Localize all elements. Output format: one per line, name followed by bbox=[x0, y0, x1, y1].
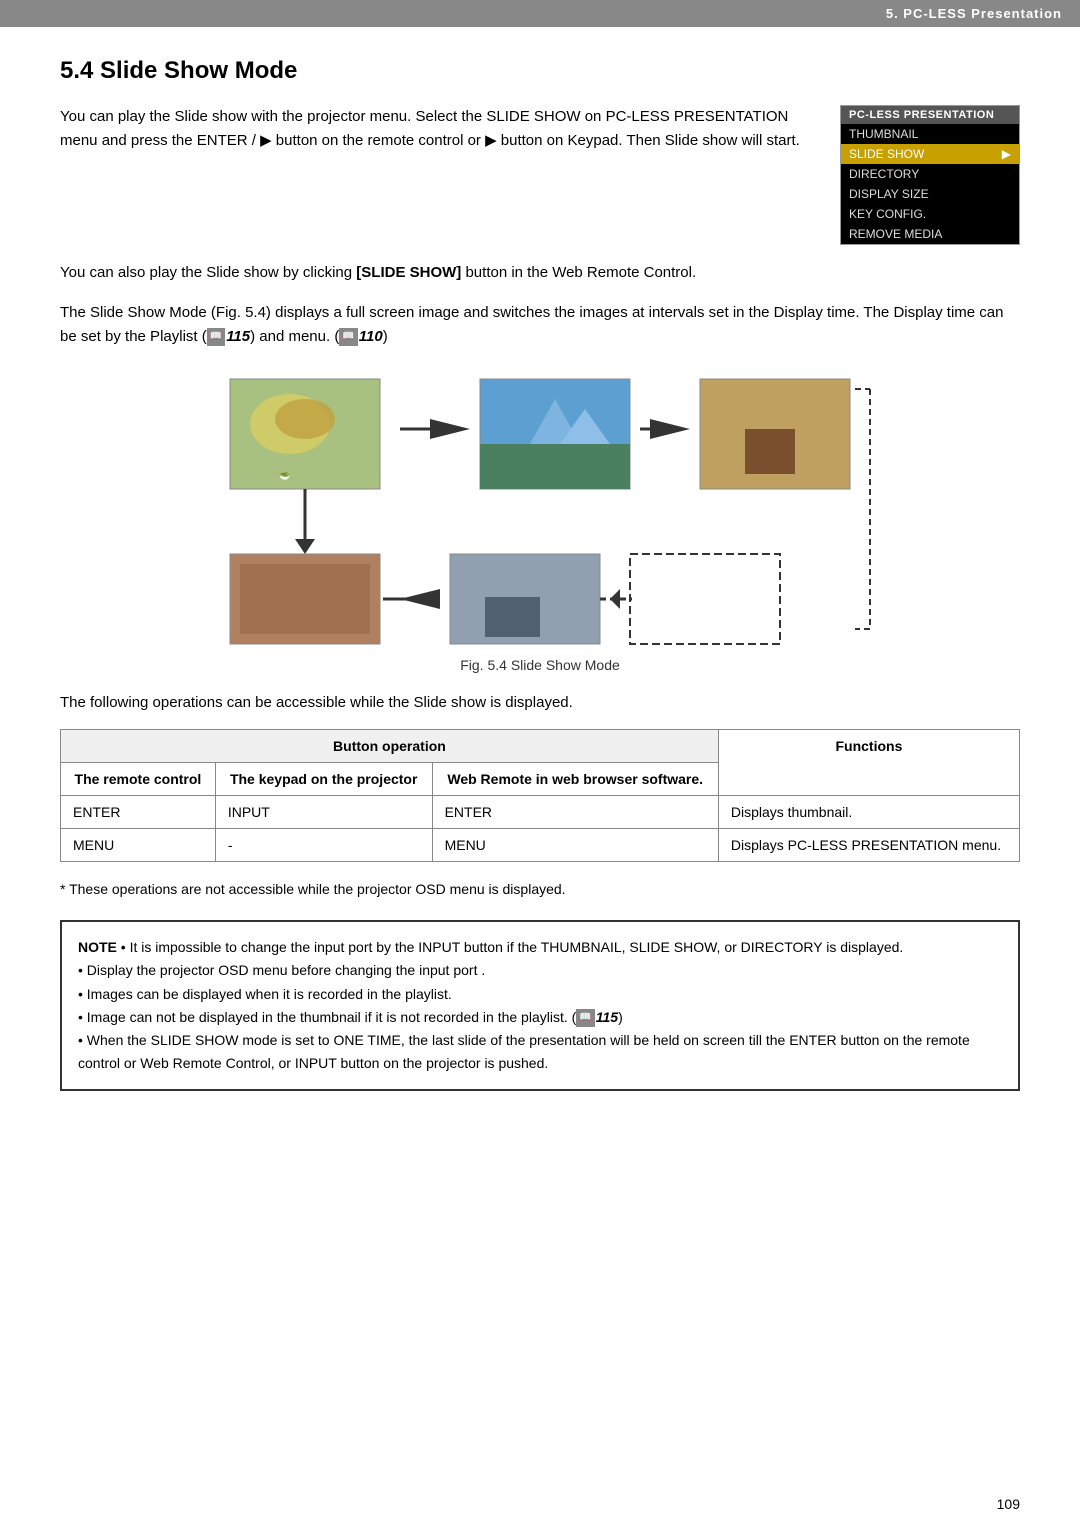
note-page-ref: 115 bbox=[596, 1009, 618, 1025]
note-line-1: NOTE • It is impossible to change the in… bbox=[78, 936, 1002, 959]
following-text: The following operations can be accessib… bbox=[60, 691, 1020, 715]
row1-col4: Displays thumbnail. bbox=[718, 796, 1019, 829]
row2-col2: - bbox=[215, 829, 432, 862]
note-line-5: • When the SLIDE SHOW mode is set to ONE… bbox=[78, 1029, 1002, 1075]
col3-header: Web Remote in web browser software. bbox=[432, 763, 718, 796]
book-icon-3: 📖 bbox=[576, 1009, 594, 1028]
row2-col1: MENU bbox=[61, 829, 216, 862]
display-time-text: The Slide Show Mode (Fig. 5.4) displays … bbox=[60, 301, 1020, 349]
diagram-caption: Fig. 5.4 Slide Show Mode bbox=[60, 657, 1020, 673]
also-play-paragraph: You can also play the Slide show by clic… bbox=[60, 261, 1020, 285]
header-title: 5. PC-LESS Presentation bbox=[886, 6, 1062, 21]
header-bar: 5. PC-LESS Presentation bbox=[0, 0, 1080, 27]
operations-table: Button operation Functions The remote co… bbox=[60, 729, 1020, 862]
functions-header: Functions bbox=[718, 730, 1019, 796]
row2-col3: MENU bbox=[432, 829, 718, 862]
note-line-2: • Display the projector OSD menu before … bbox=[78, 959, 1002, 982]
note-text-1: • It is impossible to change the input p… bbox=[121, 939, 904, 955]
page-ref-2: 110 bbox=[359, 328, 383, 345]
col2-header: The keypad on the projector bbox=[215, 763, 432, 796]
row2-col4: Displays PC-LESS PRESENTATION menu. bbox=[718, 829, 1019, 862]
menu-item-removemedia: REMOVE MEDIA bbox=[841, 224, 1019, 244]
row1-col1: ENTER bbox=[61, 796, 216, 829]
note-line-4: • Image can not be displayed in the thum… bbox=[78, 1006, 1002, 1029]
note-box: NOTE • It is impossible to change the in… bbox=[60, 920, 1020, 1091]
row1-col2: INPUT bbox=[215, 796, 432, 829]
note-label: NOTE bbox=[78, 939, 117, 955]
intro-block: You can play the Slide show with the pro… bbox=[60, 105, 1020, 245]
menu-header: PC-LESS PRESENTATION bbox=[841, 106, 1019, 124]
slide-show-bold: [SLIDE SHOW] bbox=[356, 264, 461, 281]
asterisk-note: * These operations are not accessible wh… bbox=[60, 878, 1020, 900]
note-line-3: • Images can be displayed when it is rec… bbox=[78, 983, 1002, 1006]
intro-text: You can play the Slide show with the pro… bbox=[60, 105, 820, 153]
book-icon-1: 📖 bbox=[207, 328, 225, 346]
page-number: 109 bbox=[997, 1496, 1020, 1512]
row1-col3: ENTER bbox=[432, 796, 718, 829]
menu-item-thumbnail: THUMBNAIL bbox=[841, 124, 1019, 144]
menu-item-displaysize: DISPLAY SIZE bbox=[841, 184, 1019, 204]
menu-item-directory: DIRECTORY bbox=[841, 164, 1019, 184]
diagram-svg: 🥗 bbox=[200, 369, 880, 649]
intro-paragraph: You can play the Slide show with the pro… bbox=[60, 105, 820, 153]
table-row: ENTER INPUT ENTER Displays thumbnail. bbox=[61, 796, 1020, 829]
slide-show-diagram: 🥗 bbox=[60, 369, 1020, 649]
table-row: MENU - MENU Displays PC-LESS PRESENTATIO… bbox=[61, 829, 1020, 862]
section-title: 5.4 Slide Show Mode bbox=[60, 57, 1020, 85]
page-ref-1: 115 bbox=[226, 328, 250, 345]
btn-op-header: Button operation bbox=[61, 730, 719, 763]
svg-text:🥗: 🥗 bbox=[279, 471, 290, 481]
col1-header: The remote control bbox=[61, 763, 216, 796]
book-icon-2: 📖 bbox=[339, 328, 357, 346]
menu-item-keyconfig: KEY CONFIG. bbox=[841, 204, 1019, 224]
menu-item-slideshow: SLIDE SHOW bbox=[841, 144, 1019, 164]
menu-screenshot: PC-LESS PRESENTATION THUMBNAIL SLIDE SHO… bbox=[840, 105, 1020, 245]
